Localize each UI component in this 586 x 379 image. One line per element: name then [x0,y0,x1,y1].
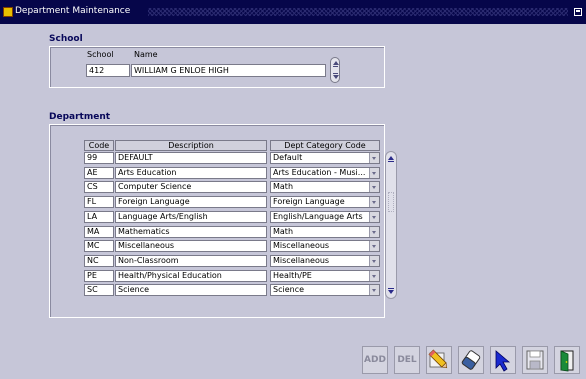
scroll-down-icon[interactable] [388,290,394,294]
cell-category-select[interactable]: Science [270,284,380,296]
select-button[interactable] [490,346,516,374]
cell-code[interactable]: MC [84,240,114,252]
chevron-down-icon[interactable] [369,182,379,192]
cell-category-select[interactable]: Arts Education - Musi... [270,167,380,179]
cell-category-value: Miscellaneous [273,256,330,265]
save-button[interactable] [522,346,548,374]
cell-category-value: Default [273,153,303,162]
title-bar: Department Maintenance [0,0,586,24]
cell-category-select[interactable]: Math [270,181,380,193]
eraser-icon [461,350,481,370]
cell-category-value: Math [273,182,294,191]
chevron-down-icon[interactable] [369,168,379,178]
scroll-up-icon[interactable] [333,61,339,65]
floppy-disk-icon [526,350,544,370]
cell-code[interactable]: LA [84,211,114,223]
cell-code[interactable]: MA [84,226,114,238]
cell-category-value: English/Language Arts [273,212,363,221]
column-header-description: Description [115,140,267,151]
pointer-icon [495,350,511,372]
title-bar-pattern [148,8,568,16]
cell-category-value: Science [273,285,305,294]
cell-category-select[interactable]: Math [270,226,380,238]
cell-description[interactable]: Language Arts/English [115,211,267,223]
exit-door-icon [560,350,574,372]
cell-code[interactable]: AE [84,167,114,179]
cell-code[interactable]: NC [84,255,114,267]
edit-button[interactable] [426,346,452,374]
cell-category-select[interactable]: Foreign Language [270,196,380,208]
app-icon [3,7,13,17]
maximize-icon[interactable] [574,8,582,16]
cell-description[interactable]: Computer Science [115,181,267,193]
cell-category-select[interactable]: Miscellaneous [270,255,380,267]
school-code-field[interactable]: 412 [86,64,130,77]
cell-category-select[interactable]: Miscellaneous [270,240,380,252]
cell-description[interactable]: Foreign Language [115,196,267,208]
scroll-down-icon[interactable] [333,75,339,79]
department-scrollbar[interactable] [385,151,397,299]
chevron-down-icon[interactable] [369,212,379,222]
cell-category-select[interactable]: English/Language Arts [270,211,380,223]
cell-category-value: Arts Education - Musi... [273,168,366,177]
chevron-down-icon[interactable] [369,153,379,163]
chevron-down-icon[interactable] [369,227,379,237]
column-header-category: Dept Category Code [270,140,380,151]
chevron-down-icon[interactable] [369,256,379,266]
cell-category-value: Math [273,227,294,236]
cell-description[interactable]: Arts Education [115,167,267,179]
delete-button[interactable]: DEL [394,346,420,374]
column-header-code: Code [84,140,114,151]
cell-code[interactable]: 99 [84,152,114,164]
clear-button[interactable] [458,346,484,374]
cell-category-select[interactable]: Default [270,152,380,164]
cell-description[interactable]: Mathematics [115,226,267,238]
cell-category-value: Foreign Language [273,197,345,206]
department-section-label: Department [49,112,111,122]
chevron-down-icon[interactable] [369,241,379,251]
cell-description[interactable]: Health/Physical Education [115,270,267,282]
cell-category-select[interactable]: Health/PE [270,270,380,282]
scroll-up-icon[interactable] [388,156,394,160]
cell-description[interactable]: Science [115,284,267,296]
exit-button[interactable] [554,346,580,374]
cell-category-value: Miscellaneous [273,241,330,250]
department-maintenance-window: Department Maintenance School School Nam… [0,0,586,379]
cell-category-value: Health/PE [273,271,312,280]
cell-description[interactable]: DEFAULT [115,152,267,164]
school-name-field[interactable]: WILLIAM G ENLOE HIGH [131,64,326,77]
name-caption: Name [134,50,158,59]
school-caption: School [87,50,114,59]
add-button[interactable]: ADD [362,346,388,374]
window-title: Department Maintenance [15,6,131,16]
school-section-label: School [49,34,83,44]
cell-code[interactable]: PE [84,270,114,282]
chevron-down-icon[interactable] [369,271,379,281]
cell-code[interactable]: FL [84,196,114,208]
cell-code[interactable]: CS [84,181,114,193]
chevron-down-icon[interactable] [369,285,379,295]
cell-code[interactable]: SC [84,284,114,296]
cell-description[interactable]: Non-Classroom [115,255,267,267]
scroll-thumb[interactable] [388,192,394,212]
cell-description[interactable]: Miscellaneous [115,240,267,252]
pencil-icon [428,349,448,369]
chevron-down-icon[interactable] [369,197,379,207]
school-record-scroller[interactable] [330,57,340,83]
